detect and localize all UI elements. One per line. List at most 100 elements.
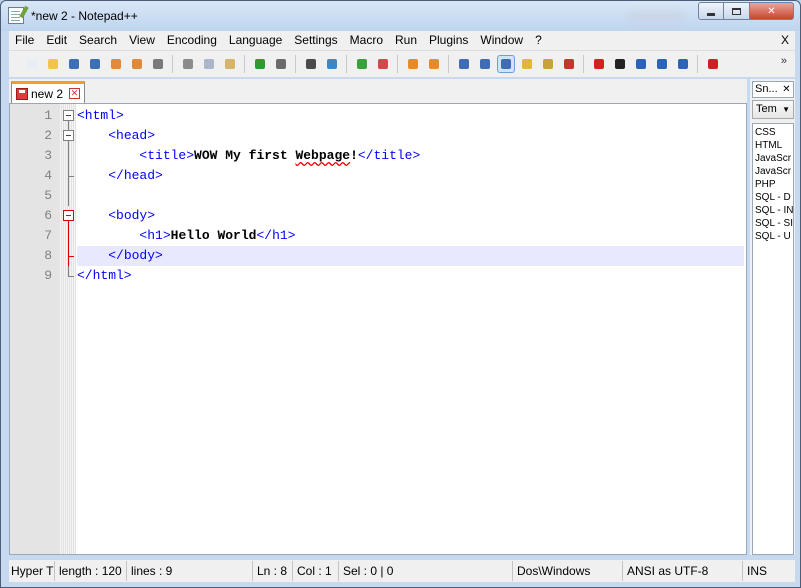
toolbar: » bbox=[9, 50, 795, 77]
open-file-icon[interactable] bbox=[45, 56, 61, 72]
editor-line[interactable]: 9 </html> bbox=[10, 266, 746, 286]
paste-icon[interactable] bbox=[222, 56, 238, 72]
folder-workspace-icon[interactable] bbox=[561, 56, 577, 72]
editor-line[interactable]: 7 <h1>Hello World</h1> bbox=[10, 226, 746, 246]
status-eol-format: Dos\Windows bbox=[515, 561, 623, 581]
zoom-in-icon[interactable] bbox=[354, 56, 370, 72]
maximize-button[interactable] bbox=[724, 2, 750, 20]
title-bar[interactable]: *new 2 - Notepad++ ✕ bbox=[1, 1, 800, 31]
menu-language[interactable]: Language bbox=[223, 31, 288, 50]
line-code: <head> bbox=[77, 126, 744, 146]
snippet-item[interactable]: JavaScr bbox=[755, 152, 793, 165]
fold-collapse-icon[interactable] bbox=[63, 126, 74, 146]
minimize-button[interactable] bbox=[698, 2, 724, 20]
replace-icon-glyph bbox=[326, 59, 337, 69]
save-icon[interactable] bbox=[66, 56, 82, 72]
snippet-item[interactable]: JavaScr bbox=[755, 165, 793, 178]
fold-line bbox=[68, 186, 69, 206]
html-tag-token: <head> bbox=[108, 128, 156, 143]
fold-line bbox=[68, 146, 69, 166]
editor-line[interactable]: 1 <html> bbox=[10, 106, 746, 126]
sync-vertical-icon[interactable] bbox=[405, 56, 421, 72]
editor-line[interactable]: 2 <head> bbox=[10, 126, 746, 146]
status-lines: lines : 9 bbox=[129, 561, 253, 581]
word-wrap-icon[interactable] bbox=[456, 56, 472, 72]
play-macro-icon[interactable] bbox=[633, 56, 649, 72]
show-all-chars-icon[interactable] bbox=[477, 56, 493, 72]
fold-box bbox=[63, 110, 74, 121]
spell-check-icon[interactable] bbox=[705, 56, 721, 72]
close-all-icon[interactable] bbox=[129, 56, 145, 72]
indent-guide-icon[interactable] bbox=[496, 55, 515, 73]
copy-icon[interactable] bbox=[201, 56, 217, 72]
run-macro-multiple-icon[interactable] bbox=[654, 56, 670, 72]
menu-help[interactable]: ? bbox=[529, 31, 548, 50]
html-tag-token: </body> bbox=[108, 248, 163, 263]
menu-window[interactable]: Window bbox=[474, 31, 529, 50]
close-file-icon[interactable] bbox=[108, 56, 124, 72]
menu-file[interactable]: File bbox=[9, 31, 40, 50]
menu-run[interactable]: Run bbox=[389, 31, 423, 50]
close-window-button[interactable]: ✕ bbox=[750, 2, 794, 20]
menu-plugins[interactable]: Plugins bbox=[423, 31, 474, 50]
snippets-template-select[interactable]: Tem ▼ bbox=[752, 100, 794, 119]
snippet-item[interactable]: SQL - U bbox=[755, 230, 793, 243]
print-icon[interactable] bbox=[150, 56, 166, 72]
editor-line[interactable]: 6 <body> bbox=[10, 206, 746, 226]
undo-icon[interactable] bbox=[252, 56, 268, 72]
new-file-icon[interactable] bbox=[24, 56, 40, 72]
snippet-item[interactable]: SQL - SI bbox=[755, 217, 793, 230]
editor-line[interactable]: 8 </body> bbox=[10, 246, 746, 266]
redo-icon[interactable] bbox=[273, 56, 289, 72]
code-editor[interactable]: 1 <html> 2 <head> 3 <title>WOW My first Web… bbox=[9, 103, 747, 555]
fold-guide bbox=[63, 226, 74, 246]
notepad-app-icon[interactable] bbox=[8, 7, 24, 24]
text-token: WOW My first bbox=[194, 148, 296, 163]
paste-icon-glyph bbox=[224, 59, 235, 69]
snippets-panel-close-icon[interactable]: ✕ bbox=[781, 84, 792, 95]
maximize-icon bbox=[732, 7, 741, 15]
toolbar-overflow-button[interactable]: » bbox=[781, 55, 787, 67]
close-document-button[interactable]: X bbox=[781, 31, 789, 50]
tab-new-2[interactable]: new 2 ✕ bbox=[11, 81, 85, 103]
stop-record-icon-glyph bbox=[614, 59, 625, 69]
line-code: </head> bbox=[77, 166, 744, 186]
line-number: 7 bbox=[44, 228, 52, 243]
fold-line bbox=[68, 226, 69, 246]
snippet-item[interactable]: PHP bbox=[755, 178, 793, 191]
snippet-item[interactable]: CSS bbox=[755, 126, 793, 139]
doc-map-icon[interactable] bbox=[519, 56, 535, 72]
cut-icon[interactable] bbox=[180, 56, 196, 72]
line-code: </body> bbox=[77, 246, 744, 266]
menu-encoding[interactable]: Encoding bbox=[161, 31, 223, 50]
tab-label: new 2 bbox=[31, 86, 64, 101]
find-icon[interactable] bbox=[303, 56, 319, 72]
title-bar-blur bbox=[626, 11, 686, 21]
fold-collapse-icon[interactable] bbox=[63, 206, 74, 226]
function-list-icon[interactable] bbox=[540, 56, 556, 72]
save-macro-icon[interactable] bbox=[675, 56, 691, 72]
tab-close-icon[interactable]: ✕ bbox=[69, 88, 81, 99]
menu-edit[interactable]: Edit bbox=[40, 31, 73, 50]
snippet-item[interactable]: HTML bbox=[755, 139, 793, 152]
stop-record-icon[interactable] bbox=[612, 56, 628, 72]
snippet-item[interactable]: SQL - IN bbox=[755, 204, 793, 217]
menu-macro[interactable]: Macro bbox=[344, 31, 389, 50]
menu-settings[interactable]: Settings bbox=[288, 31, 343, 50]
menu-view[interactable]: View bbox=[123, 31, 161, 50]
line-number: 2 bbox=[44, 128, 52, 143]
editor-line[interactable]: 5 bbox=[10, 186, 746, 206]
zoom-out-icon[interactable] bbox=[375, 56, 391, 72]
sync-horizontal-icon[interactable] bbox=[426, 56, 442, 72]
menu-search[interactable]: Search bbox=[73, 31, 123, 50]
editor-line[interactable]: 3 <title>WOW My first Webpage!</title> bbox=[10, 146, 746, 166]
fold-line bbox=[68, 266, 69, 276]
fold-collapse-icon[interactable] bbox=[63, 106, 74, 126]
snippet-item[interactable]: SQL - D bbox=[755, 191, 793, 204]
editor-line[interactable]: 4 </head> bbox=[10, 166, 746, 186]
redo-icon-glyph bbox=[275, 59, 286, 69]
record-macro-icon[interactable] bbox=[591, 56, 607, 72]
save-all-icon[interactable] bbox=[87, 56, 103, 72]
replace-icon[interactable] bbox=[324, 56, 340, 72]
fold-end-marker bbox=[63, 166, 74, 186]
